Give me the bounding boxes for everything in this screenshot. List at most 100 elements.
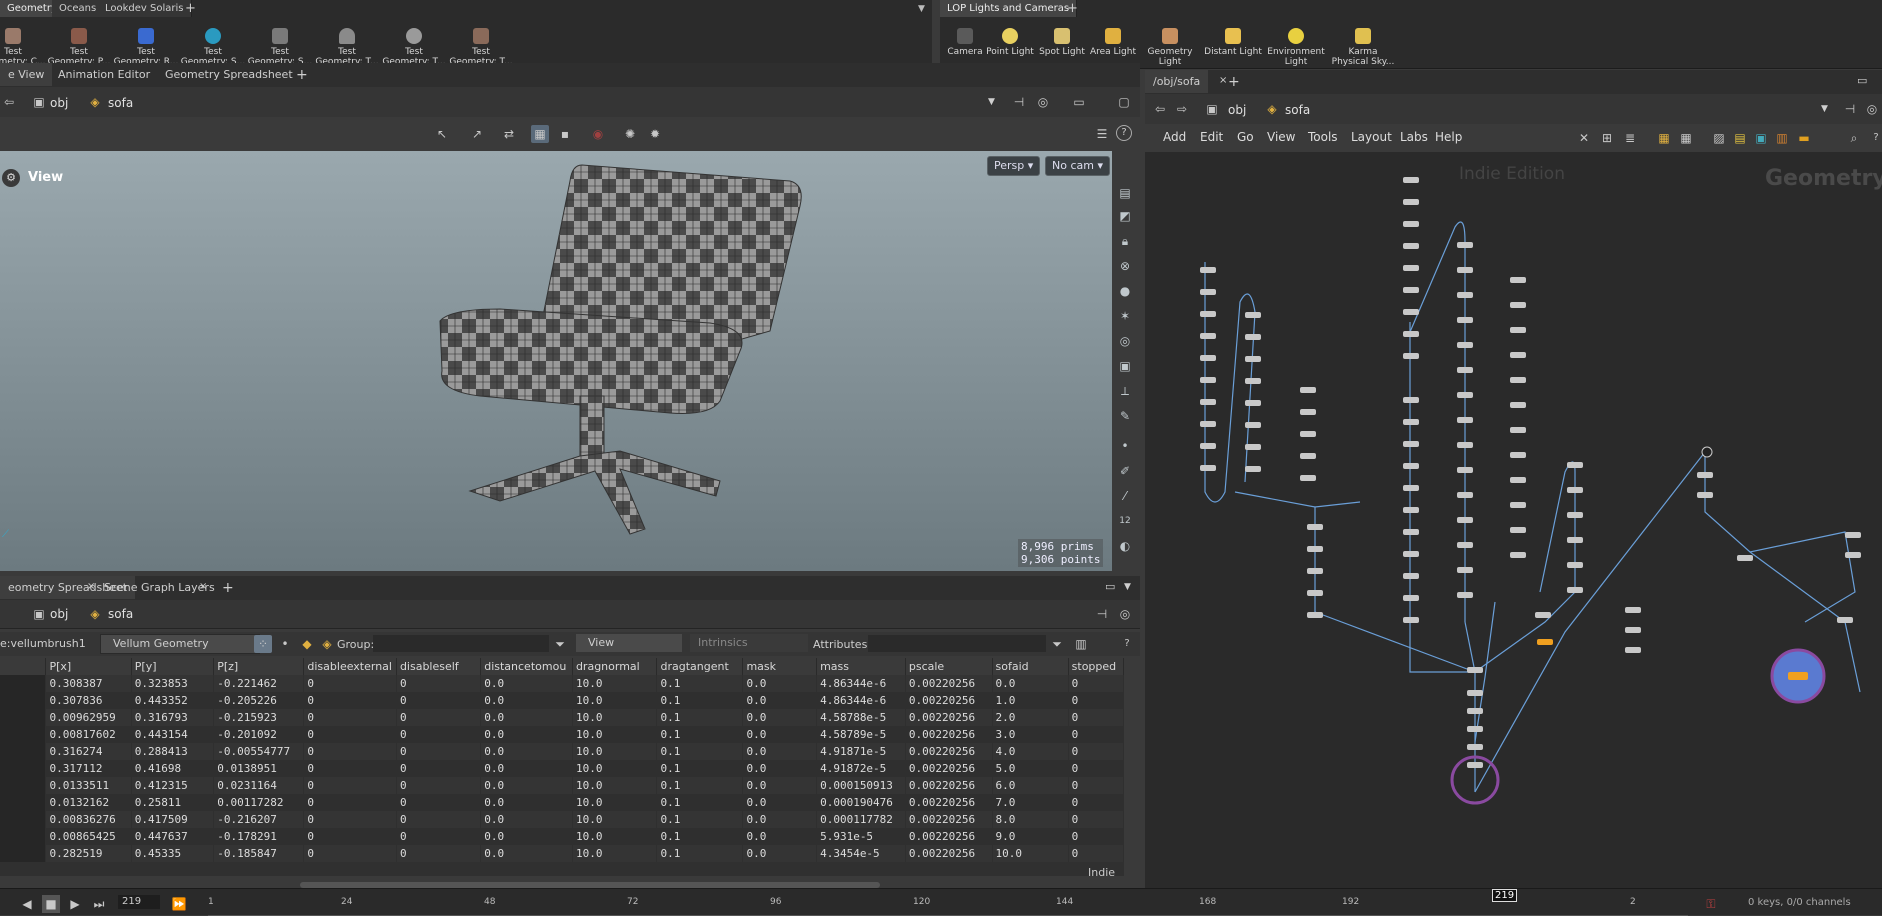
path-sofa[interactable]: sofa <box>108 93 133 113</box>
shelf-tool-7[interactable]: Test Geometry: T... <box>381 28 447 67</box>
column-header[interactable]: P[z] <box>213 658 305 675</box>
close-tab-icon[interactable]: × <box>199 581 207 592</box>
columns-icon[interactable]: ▥ <box>1072 635 1090 653</box>
column-header[interactable]: mass <box>816 658 906 675</box>
shelf-add-tab-button[interactable]: + <box>1060 0 1085 17</box>
detail-mode-icon[interactable]: ◈ <box>318 635 336 653</box>
pin-icon[interactable]: ⊣ <box>1010 93 1028 111</box>
table-row[interactable]: 0.00962959 0.316793 -0.215923 0 0 0.0 10.0 0.1 0… <box>0 709 1124 726</box>
record-icon[interactable]: ◉ <box>589 125 607 143</box>
sticky-note-icon[interactable]: ▤ <box>1731 129 1749 147</box>
camera-icon[interactable]: ▣ <box>1115 356 1135 376</box>
render-icon[interactable]: ✺ <box>621 125 639 143</box>
path-sofa[interactable]: sofa <box>108 604 133 624</box>
play-back-icon[interactable]: ◀ <box>18 895 36 913</box>
snap-icon[interactable]: ▦ <box>531 125 549 143</box>
intrinsics-select[interactable]: Intrinsics <box>690 634 808 652</box>
back-arrow-icon[interactable]: ⇦ <box>0 93 18 111</box>
pane-menu-arrow-icon[interactable]: ▼ <box>1124 582 1131 592</box>
column-header[interactable]: P[x] <box>45 658 132 675</box>
column-header[interactable]: mask <box>742 658 818 675</box>
light-icon[interactable]: ✶ <box>1115 306 1135 326</box>
column-header[interactable]: disableself <box>396 658 482 675</box>
table-row[interactable]: 0.317112 0.41698 0.0138951 0 0 0.0 10.0 0.1 0.0 4… <box>0 760 1124 777</box>
menu-go[interactable]: Go <box>1237 130 1254 144</box>
wand-icon[interactable]: ⁄ <box>1115 486 1135 506</box>
image-icon[interactable]: ▨ <box>1710 129 1728 147</box>
close-circle-icon[interactable]: ⊗ <box>1115 256 1135 276</box>
lop-tool-karma-sky[interactable]: Karma Physical Sky... <box>1330 28 1396 67</box>
tab-scene-view[interactable]: e View <box>0 63 53 86</box>
lop-tool-environment-light[interactable]: Environment Light <box>1263 28 1329 67</box>
link-icon[interactable]: ◎ <box>1116 605 1134 623</box>
points-mode-icon[interactable]: ⁘ <box>254 635 272 653</box>
link-icon[interactable]: ◎ <box>1034 93 1052 111</box>
layout-icon[interactable]: ▭ <box>1070 93 1088 111</box>
table-row[interactable]: 0.282519 0.45335 -0.185847 0 0 0.0 10.0 0.1 0.0 4… <box>0 845 1124 862</box>
table-row[interactable]: 0.316274 0.288413 -0.00554777 0 0 0.0 10.0 0.1 0… <box>0 743 1124 760</box>
maximize-icon[interactable]: ▢ <box>1115 93 1133 111</box>
path-obj[interactable]: obj <box>1228 100 1246 120</box>
camera-snapshot-icon[interactable]: ✹ <box>646 125 664 143</box>
menu-view[interactable]: View <box>1267 130 1295 144</box>
pane-layout-icon[interactable]: ▭ <box>1857 74 1867 87</box>
lock-icon[interactable]: 🔒︎ <box>1115 231 1135 251</box>
display-options-icon[interactable]: ☰ <box>1093 125 1111 143</box>
eye-icon[interactable]: ◎ <box>1115 331 1135 351</box>
shelf-tab-oceans[interactable]: Oceans <box>52 0 105 17</box>
select-tool-icon[interactable]: ↖ <box>433 125 451 143</box>
shelf-tool-8[interactable]: Test Geometry: T... <box>448 28 514 67</box>
frame-field[interactable]: 219 <box>118 895 160 909</box>
path-sofa[interactable]: sofa <box>1285 100 1310 120</box>
tools-icon[interactable]: ✕ <box>1575 129 1593 147</box>
stop-icon[interactable]: ■ <box>42 895 60 913</box>
measure-icon[interactable]: ⟂ <box>1115 381 1135 401</box>
column-header[interactable]: sofaid <box>992 658 1069 675</box>
column-header[interactable]: dragnormal <box>572 658 658 675</box>
handle-icon[interactable]: ▪ <box>556 125 574 143</box>
path-obj[interactable]: obj <box>50 604 68 624</box>
column-header[interactable]: disableexternal <box>303 658 397 675</box>
shelf-add-tab-button[interactable]: + <box>178 0 203 17</box>
camera-menu-button[interactable]: No cam ▾ <box>1045 156 1110 176</box>
close-tab-icon[interactable]: × <box>87 581 95 592</box>
table-row[interactable]: 0.00865425 0.447637 -0.178291 0 0 0.0 10.0 0.1 0… <box>0 828 1124 845</box>
path-dropdown-icon[interactable]: ▼ <box>1821 104 1828 114</box>
grid-icon[interactable]: ▦ <box>1655 129 1673 147</box>
menu-layout[interactable]: Layout <box>1351 130 1392 144</box>
brush-icon[interactable]: ✎ <box>1115 406 1135 426</box>
column-header[interactable]: pscale <box>905 658 993 675</box>
view-select[interactable]: View <box>576 634 682 652</box>
search-icon[interactable]: ⌕ <box>1845 129 1863 147</box>
shelf-menu-arrow-icon[interactable]: ▼ <box>918 4 925 14</box>
attributes-filter-icon[interactable]: ⏷ <box>1048 635 1066 653</box>
column-header[interactable]: P[y] <box>131 658 215 675</box>
table-row[interactable]: 0.0133511 0.412315 0.0231164 0 0 0.0 10.0 0.1 0.… <box>0 777 1124 794</box>
path-dropdown-icon[interactable]: ▼ <box>988 97 995 107</box>
lop-tool-distant-light[interactable]: Distant Light <box>1200 28 1266 57</box>
menu-help[interactable]: Help <box>1435 130 1462 144</box>
shelf-tool-4[interactable]: Test Geometry: S... <box>180 28 246 67</box>
shading-icon[interactable]: ◩ <box>1115 206 1135 226</box>
playhead-frame[interactable]: 219 <box>1492 889 1518 902</box>
menu-add[interactable]: Add <box>1163 130 1186 144</box>
scene-viewport[interactable]: ⚙ View Persp ▾ No cam ▾ ⟋ 8,996 prims 9,… <box>0 151 1112 571</box>
play-forward-icon[interactable]: ▶ <box>66 895 84 913</box>
paint-icon[interactable]: ◐ <box>1115 536 1135 556</box>
help-icon[interactable]: ? <box>1867 129 1882 147</box>
column-header[interactable]: distancetomou <box>480 658 573 675</box>
pin-icon[interactable]: ⊣ <box>1093 605 1111 623</box>
shelf-tool-5[interactable]: Test Geometry: S... <box>247 28 313 67</box>
tab-network-obj-sofa[interactable]: /obj/sofa <box>1145 70 1209 93</box>
rotate-tool-icon[interactable]: ⇄ <box>500 125 518 143</box>
help-icon[interactable]: ? <box>1116 125 1132 141</box>
group-filter-icon[interactable]: ⏷ <box>551 635 569 653</box>
table-row[interactable]: 0.307836 0.443352 -0.205226 0 0 0.0 10.0 0.1 0.0… <box>0 692 1124 709</box>
view-handle-icon[interactable]: ⚙ <box>2 169 20 187</box>
column-header[interactable]: dragtangent <box>656 658 744 675</box>
display-icon[interactable]: ▤ <box>1115 183 1135 203</box>
menu-labs[interactable]: Labs <box>1400 130 1428 144</box>
step-next-icon[interactable]: ⏩ <box>170 895 188 913</box>
shelf-tool-3[interactable]: Test Geometry: R... <box>113 28 179 67</box>
background-image-icon[interactable]: ▣ <box>1752 129 1770 147</box>
